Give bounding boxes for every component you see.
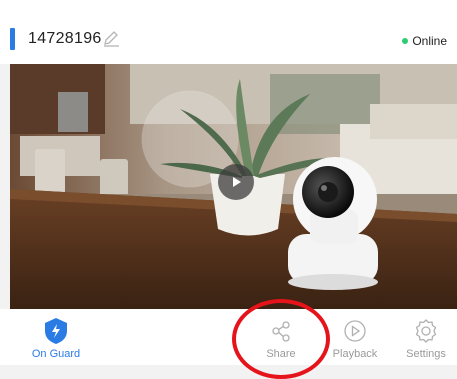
device-header: 14728196 Online: [0, 0, 457, 64]
play-button[interactable]: [218, 164, 254, 200]
nav-share[interactable]: Share: [241, 309, 321, 365]
play-icon: [233, 177, 241, 187]
accent-bar: [10, 28, 15, 50]
shield-bolt-icon: [45, 318, 67, 344]
share-icon: [272, 321, 290, 342]
online-status: Online: [402, 34, 447, 48]
nav-label-share: Share: [266, 348, 296, 360]
nav-label-settings: Settings: [406, 348, 446, 360]
video-preview[interactable]: [10, 64, 457, 309]
status-label: Online: [412, 34, 447, 48]
nav-playback[interactable]: Playback: [315, 309, 395, 365]
nav-label-playback: Playback: [332, 348, 378, 360]
nav-on-guard[interactable]: On Guard: [16, 309, 96, 365]
status-dot-icon: [402, 38, 409, 44]
nav-label-on-guard: On Guard: [31, 348, 81, 360]
nav-settings[interactable]: Settings: [386, 309, 457, 365]
pencil-icon[interactable]: [101, 28, 121, 48]
playback-icon: [344, 320, 366, 342]
gear-icon: [415, 319, 437, 343]
bottom-nav: On Guard Share Playback Settings: [0, 309, 457, 365]
device-name: 14728196: [28, 30, 102, 47]
